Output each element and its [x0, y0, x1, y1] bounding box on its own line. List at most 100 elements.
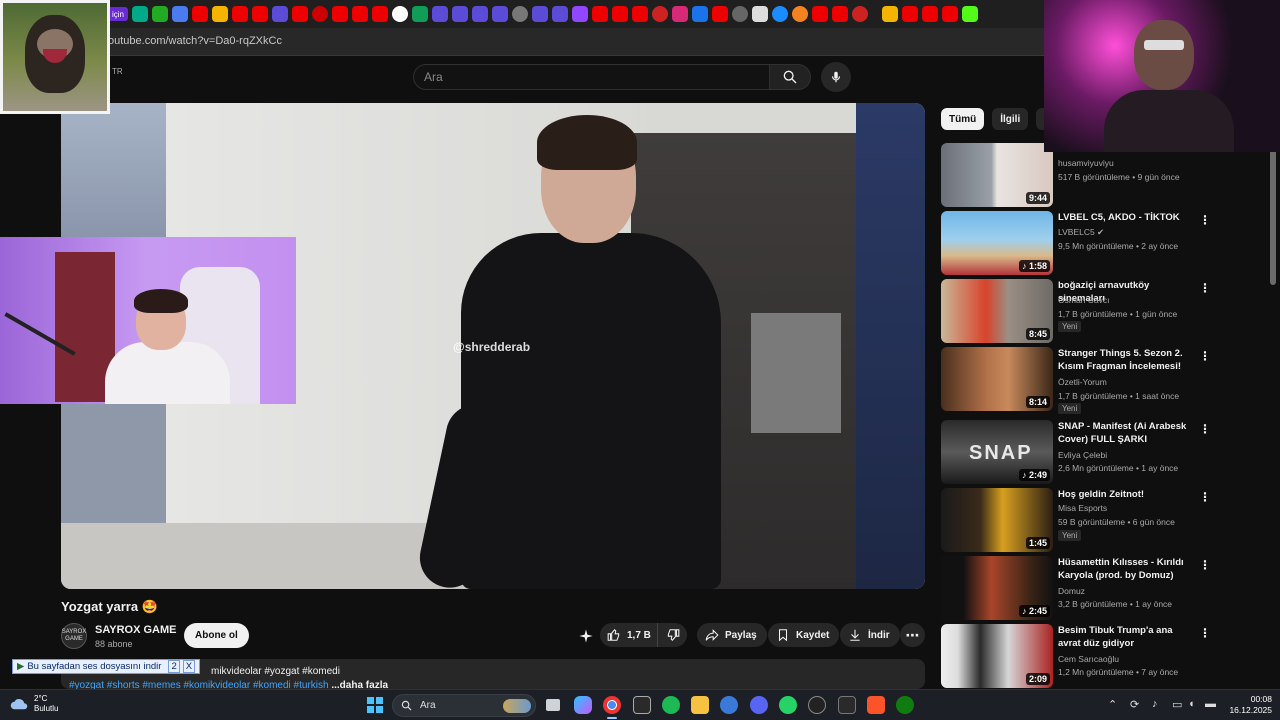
channel-name[interactable]: Osman Cavcı — [1058, 295, 1110, 305]
more-options-icon[interactable]: ⋮ — [1199, 490, 1211, 504]
youtube-icon[interactable] — [942, 6, 959, 22]
chip-all[interactable]: Tümü — [941, 108, 985, 130]
video-thumbnail[interactable]: 9:44 — [941, 143, 1053, 207]
feather-icon[interactable] — [492, 6, 509, 22]
chrome-icon[interactable] — [603, 696, 621, 714]
recommendation-item[interactable]: 1:45 Hoş geldin Zeitnot! Misa Esports 59… — [941, 488, 1211, 552]
like-button[interactable]: 1,7 B — [600, 623, 658, 647]
download-audio-bar[interactable]: ▶ Bu sayfadan ses dosyasını indir 2 X — [12, 659, 201, 674]
youtube-icon[interactable] — [372, 6, 389, 22]
channel-name[interactable]: LVBELC5 ✔ — [1058, 227, 1104, 238]
microphone-icon[interactable]: ♪ — [1152, 698, 1158, 710]
channel-name[interactable]: Özetli-Yorum — [1058, 377, 1107, 387]
kick-icon[interactable] — [962, 6, 979, 22]
download-button[interactable]: İndir — [840, 623, 900, 647]
bookmark-icon[interactable] — [652, 6, 669, 22]
recommendation-item[interactable]: ♪ 2:45 Hüsamettin Kılısses - Kırıldı Kar… — [941, 556, 1211, 620]
sheets-icon[interactable] — [412, 6, 429, 22]
recommendation-item[interactable]: SNAP ♪ 2:49 SNAP - Manifest (Ai Arabesk … — [941, 420, 1211, 484]
volume-icon[interactable]: ◖ — [1188, 698, 1195, 710]
twitch-icon[interactable] — [572, 6, 589, 22]
bookmark-icon[interactable] — [752, 6, 769, 22]
channel-name[interactable]: Misa Esports — [1058, 503, 1107, 513]
recommendation-item[interactable]: 2:09 Besim Tibuk Trump'a ana avrat düz g… — [941, 624, 1211, 688]
youtube-icon[interactable] — [232, 6, 249, 22]
drive-icon[interactable] — [882, 6, 899, 22]
channel-name[interactable]: Evliya Çelebi — [1058, 450, 1107, 460]
youtube-icon[interactable] — [592, 6, 609, 22]
video-title[interactable]: LVBEL C5, AKDO - TİKTOK — [1058, 211, 1193, 224]
instagram-icon[interactable] — [672, 6, 689, 22]
app-icon[interactable] — [808, 696, 826, 714]
weather-widget[interactable]: 2°C Bulutlu — [10, 694, 58, 714]
voice-search-button[interactable] — [821, 62, 851, 92]
bookmark-icon[interactable] — [772, 6, 789, 22]
settings-app-icon[interactable] — [720, 696, 738, 714]
bookmark-icon[interactable] — [732, 6, 749, 22]
video-thumbnail[interactable]: 8:14 — [941, 347, 1053, 411]
youtube-icon[interactable] — [632, 6, 649, 22]
task-view-icon[interactable] — [546, 699, 560, 711]
youtube-icon[interactable] — [902, 6, 919, 22]
more-options-icon[interactable]: ⋮ — [1199, 281, 1211, 295]
bookmark-icon[interactable] — [792, 6, 809, 22]
search-input[interactable] — [414, 65, 769, 89]
file-explorer-icon[interactable] — [691, 696, 709, 714]
more-options-icon[interactable]: ⋮ — [1199, 213, 1211, 227]
video-thumbnail[interactable]: 2:09 — [941, 624, 1053, 688]
more-options-icon[interactable]: ⋮ — [1199, 626, 1211, 640]
spotify-icon[interactable] — [662, 696, 680, 714]
battery-icon[interactable]: ▬ — [1205, 698, 1216, 710]
video-thumbnail[interactable]: 1:45 — [941, 488, 1053, 552]
video-thumbnail[interactable]: ♪ 2:45 — [941, 556, 1053, 620]
xbox-icon[interactable] — [896, 696, 914, 714]
share-button[interactable]: Paylaş — [697, 623, 767, 647]
chip-related[interactable]: İlgili — [992, 108, 1029, 130]
youtube-icon[interactable] — [612, 6, 629, 22]
twitch-icon[interactable] — [633, 696, 651, 714]
feather-icon[interactable] — [472, 6, 489, 22]
feather-icon[interactable] — [432, 6, 449, 22]
youtube-icon[interactable] — [812, 6, 829, 22]
youtube-icon[interactable] — [192, 6, 209, 22]
video-title[interactable]: Stranger Things 5. Sezon 2. Kısım Fragma… — [1058, 347, 1193, 373]
video-thumbnail[interactable]: SNAP ♪ 2:49 — [941, 420, 1053, 484]
more-options-icon[interactable]: ⋮ — [1199, 422, 1211, 436]
youtube-icon[interactable] — [332, 6, 349, 22]
network-icon[interactable]: ▭ — [1172, 698, 1182, 711]
sync-icon[interactable]: ⟳ — [1130, 698, 1139, 711]
bookmark-icon[interactable] — [172, 6, 189, 22]
bookmark-icon[interactable] — [852, 6, 869, 22]
feather-icon[interactable] — [532, 6, 549, 22]
youtube-icon[interactable] — [292, 6, 309, 22]
address-bar[interactable]: outube.com/watch?v=Da0-rqZXkCc — [0, 28, 1044, 56]
channel-name[interactable]: husamviyuviyu — [1058, 158, 1114, 168]
video-title[interactable]: Besim Tibuk Trump'a ana avrat düz gidiyo… — [1058, 624, 1193, 650]
video-title[interactable]: Hoş geldin Zeitnot! — [1058, 488, 1193, 501]
windows-start-icon[interactable] — [366, 696, 384, 714]
drive-icon[interactable] — [212, 6, 229, 22]
google-icon[interactable] — [392, 6, 409, 22]
bookmark-icon[interactable] — [312, 6, 329, 22]
bookmark-item[interactable]: için — [108, 7, 129, 21]
copilot-icon[interactable] — [574, 696, 592, 714]
whatsapp-icon[interactable] — [779, 696, 797, 714]
download-audio-text[interactable]: Bu sayfadan ses dosyasını indir — [27, 661, 161, 672]
channel-name[interactable]: Domuz — [1058, 586, 1085, 596]
save-button[interactable]: Kaydet — [768, 623, 840, 647]
youtube-icon[interactable] — [252, 6, 269, 22]
youtube-icon[interactable] — [712, 6, 729, 22]
url-text[interactable]: outube.com/watch?v=Da0-rqZXkCc — [108, 35, 282, 47]
recommendation-item[interactable]: ♪ 1:58 LVBEL C5, AKDO - TİKTOK LVBELC5 ✔… — [941, 211, 1211, 275]
close-icon[interactable]: X — [182, 660, 196, 673]
channel-avatar[interactable]: SAYROX GAME — [61, 623, 87, 649]
feather-icon[interactable] — [452, 6, 469, 22]
search-button[interactable] — [769, 64, 811, 90]
sparkle-icon[interactable] — [578, 628, 594, 644]
recommendation-item[interactable]: 9:44 husamviyuviyu 517 B görüntüleme • 9… — [941, 143, 1211, 207]
youtube-icon[interactable] — [832, 6, 849, 22]
discord-icon[interactable] — [750, 696, 768, 714]
recommendation-item[interactable]: 8:14 Stranger Things 5. Sezon 2. Kısım F… — [941, 347, 1211, 414]
video-thumbnail[interactable]: ♪ 1:58 — [941, 211, 1053, 275]
youtube-icon[interactable] — [922, 6, 939, 22]
